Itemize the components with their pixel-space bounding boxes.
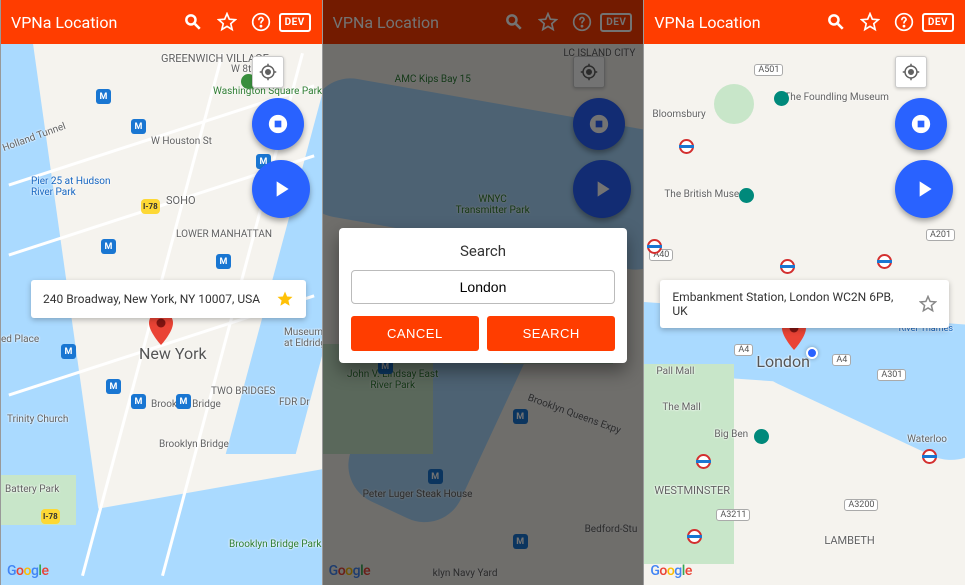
dev-badge[interactable]: DEV: [921, 5, 955, 39]
subway-icon: M: [176, 394, 191, 409]
road-a3200: A3200: [844, 499, 878, 511]
shield-i78b: I-78: [41, 509, 60, 524]
shield-i78: I-78: [141, 199, 160, 214]
search-icon[interactable]: [176, 5, 210, 39]
subway-icon: M: [106, 379, 121, 394]
fab-column: [895, 56, 953, 218]
search-dialog: Search CANCEL SEARCH: [339, 228, 628, 363]
google-logo: Google: [650, 563, 691, 579]
fab-column: [252, 56, 310, 218]
star-icon[interactable]: [210, 5, 244, 39]
app-title: VPNa Location: [654, 13, 819, 32]
subway-icon: M: [61, 344, 76, 359]
label-lambeth: LAMBETH: [824, 534, 874, 547]
subway-icon: M: [101, 239, 116, 254]
road-a4b: A4: [832, 354, 851, 366]
cancel-button[interactable]: CANCEL: [351, 316, 479, 351]
label-foundling: The Foundling Museum: [784, 92, 889, 103]
label-bloomsbury: Bloomsbury: [652, 109, 705, 120]
subway-icon: M: [131, 119, 146, 134]
subway-icon: M: [216, 254, 231, 269]
help-icon[interactable]: [887, 5, 921, 39]
screen-newyork: VPNa Location DEV GREENWICH VILLAGE Wash…: [0, 0, 322, 585]
road-a201: A201: [926, 229, 955, 241]
location-address: 240 Broadway, New York, NY 10007, USA: [43, 292, 268, 306]
label-lowman: LOWER MANHATTAN: [176, 229, 272, 240]
app-title: VPNa Location: [11, 13, 176, 32]
road-a3211: A3211: [716, 509, 750, 521]
appbar: VPNa Location DEV: [1, 0, 322, 44]
my-location-button[interactable]: [895, 56, 927, 88]
road-a501: A501: [754, 64, 783, 76]
location-info-card[interactable]: Embankment Station, London WC2N 6PB, UK: [660, 280, 949, 328]
search-input[interactable]: [351, 270, 616, 304]
road-a4: A4: [734, 344, 753, 356]
dev-badge[interactable]: DEV: [278, 5, 312, 39]
stop-fab[interactable]: [252, 98, 304, 150]
screen-london: VPNa Location DEV The Foundling Museum T…: [643, 0, 965, 585]
help-icon[interactable]: [244, 5, 278, 39]
subway-icon: M: [131, 394, 146, 409]
search-icon[interactable]: [819, 5, 853, 39]
tube-icon: [877, 254, 892, 269]
tube-icon: [922, 449, 937, 464]
label-whouston: W Houston St: [151, 136, 212, 147]
museum-icon: [774, 91, 789, 106]
road-a301: A301: [877, 369, 906, 381]
star-icon[interactable]: [853, 5, 887, 39]
play-fab[interactable]: [895, 160, 953, 218]
search-button[interactable]: SEARCH: [487, 316, 615, 351]
my-location-button[interactable]: [252, 56, 284, 88]
tube-icon: [780, 259, 795, 274]
appbar: VPNa Location DEV: [644, 0, 965, 44]
subway-icon: M: [96, 89, 111, 104]
tube-icon: [679, 139, 694, 154]
location-info-card[interactable]: 240 Broadway, New York, NY 10007, USA: [31, 280, 306, 318]
play-fab[interactable]: [252, 160, 310, 218]
museum-icon: [739, 188, 754, 203]
dialog-title: Search: [351, 242, 616, 260]
location-address: Embankment Station, London WC2N 6PB, UK: [672, 290, 911, 318]
stop-fab[interactable]: [895, 98, 947, 150]
star-filled-icon[interactable]: [276, 290, 294, 308]
star-outline-icon[interactable]: [919, 295, 937, 313]
screen-search-dialog: VPNa Location DEV AMC Kips Bay 15 WNYC T…: [322, 0, 644, 585]
museum-icon: [754, 429, 769, 444]
